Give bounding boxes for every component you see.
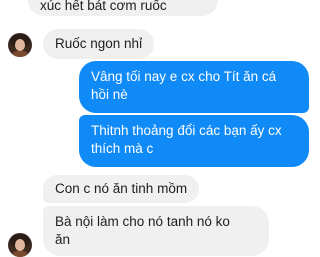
message-outgoing: Vâng tối nay e cx cho Tít ăn cá hồi nè — [79, 61, 309, 113]
message-text: Con c nó ăn tinh mồm — [55, 181, 188, 196]
message-text-line: Bà nội làm cho nó tanh nó ko — [55, 214, 230, 229]
message-text-line: thích mà c — [91, 141, 154, 156]
contact-avatar[interactable] — [8, 33, 32, 57]
chat-conversation: xúc hết bát cơm ruốc Ruốc ngon nhỉ Vâng … — [0, 0, 320, 257]
message-text-line: ăn — [55, 232, 71, 247]
message-incoming: Bà nội làm cho nó tanh nó ko ăn — [43, 206, 269, 256]
message-text-line: Thitnh thoảng đổi các bạn ấy cx — [91, 123, 282, 138]
message-text: Ruốc ngon nhỉ — [55, 36, 143, 51]
message-outgoing: Thitnh thoảng đổi các bạn ấy cx thích mà… — [79, 115, 309, 167]
message-incoming: Ruốc ngon nhỉ — [43, 29, 155, 59]
message-text-line: Vâng tối nay e cx cho Tít ăn cá — [91, 69, 277, 84]
message-incoming: xúc hết bát cơm ruốc — [28, 0, 218, 16]
contact-avatar[interactable] — [8, 233, 32, 257]
message-text-line: hồi nè — [91, 87, 128, 102]
message-text: xúc hết bát cơm ruốc — [40, 0, 167, 13]
message-incoming: Con c nó ăn tinh mồm — [43, 175, 200, 203]
